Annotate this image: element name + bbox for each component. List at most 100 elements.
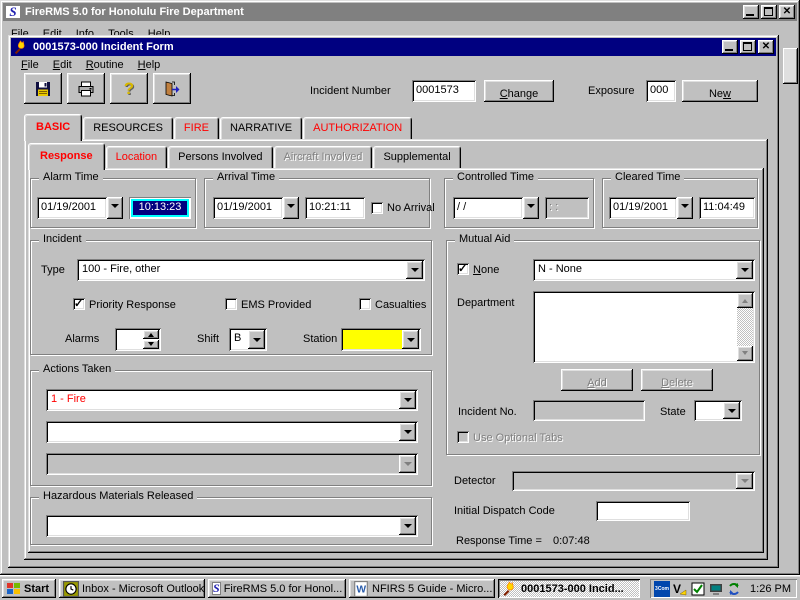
task-button-firerms[interactable]: S FireRMS 5.0 for Honol...	[208, 579, 346, 598]
tab-location[interactable]: Location	[106, 146, 168, 168]
none-label: None	[473, 264, 499, 276]
change-button[interactable]: Change	[484, 80, 554, 102]
screen: S FireRMS 5.0 for Honolulu Fire Departme…	[0, 0, 800, 600]
dropdown-arrow-icon[interactable]	[399, 517, 416, 535]
form-menu-routine[interactable]: Routine	[79, 57, 131, 73]
controlled-date-dropdown[interactable]	[523, 197, 539, 219]
alarms-spinner[interactable]	[115, 328, 161, 351]
main-tab-strip: BASIC RESOURCES FIRE NARRATIVE AUTHORIZA…	[24, 114, 413, 141]
action-2-combo[interactable]	[46, 421, 418, 443]
firerms-logo-icon: S	[212, 582, 221, 595]
dropdown-arrow-icon[interactable]	[723, 402, 740, 419]
alarm-time-group: Alarm Time 01/19/2001 10:13:23	[30, 178, 196, 228]
cleared-date-dropdown[interactable]	[677, 197, 693, 219]
tab-response[interactable]: Response	[28, 143, 105, 170]
form-maximize-button[interactable]	[740, 40, 756, 54]
station-combo[interactable]	[341, 328, 421, 351]
main-maximize-button[interactable]	[761, 5, 777, 19]
hazmat-combo[interactable]	[46, 515, 418, 537]
form-title-bar[interactable]: 0001573-000 Incident Form ✕	[11, 38, 776, 56]
action-1-combo[interactable]: 1 - Fire	[46, 389, 418, 411]
print-icon	[76, 79, 96, 99]
form-menu-file[interactable]: File	[14, 57, 46, 73]
tray-icon-3com[interactable]: 3Com	[654, 581, 670, 597]
initial-dispatch-code-field[interactable]	[596, 501, 690, 521]
tab-resources[interactable]: RESOURCES	[83, 117, 173, 139]
shift-combo[interactable]: B	[229, 328, 267, 351]
main-title-bar[interactable]: S FireRMS 5.0 for Honolulu Fire Departme…	[3, 3, 797, 21]
form-menu-edit[interactable]: Edit	[46, 57, 79, 73]
casualties-label: Casualties	[375, 299, 426, 311]
task-button-outlook[interactable]: Inbox - Microsoft Outlook	[59, 579, 205, 598]
exit-button[interactable]	[153, 73, 191, 104]
form-minimize-button[interactable]	[722, 40, 738, 54]
dropdown-arrow-icon[interactable]	[402, 330, 419, 349]
mutual-incident-no-field	[533, 400, 645, 421]
main-close-button[interactable]: ✕	[779, 5, 795, 19]
tray-icon-sync[interactable]	[726, 581, 742, 597]
alarm-date-field[interactable]: 01/19/2001	[37, 197, 107, 219]
form-menu-bar: File Edit Routine Help	[14, 57, 167, 73]
tray-icon-display[interactable]	[708, 581, 724, 597]
incident-number-field[interactable]: 0001573	[412, 80, 476, 102]
mutual-aid-combo[interactable]: N - None	[533, 259, 755, 281]
dropdown-arrow-icon[interactable]	[736, 261, 753, 279]
arrival-date-dropdown[interactable]	[283, 197, 299, 219]
use-optional-tabs-label: Use Optional Tabs	[473, 432, 563, 444]
department-label: Department	[457, 297, 514, 309]
controlled-date-field[interactable]: / /	[453, 197, 523, 219]
exposure-field[interactable]: 000	[646, 80, 676, 102]
cleared-date-field[interactable]: 01/19/2001	[609, 197, 677, 219]
detector-label: Detector	[454, 475, 496, 487]
main-minimize-button[interactable]	[743, 5, 759, 19]
tray-icon-task-check[interactable]	[690, 581, 706, 597]
dropdown-arrow-icon[interactable]	[248, 330, 265, 349]
casualties-checkbox[interactable]	[359, 298, 371, 310]
start-button[interactable]: Start	[2, 579, 56, 598]
help-button[interactable]: ?	[110, 73, 148, 104]
action-3-combo	[46, 453, 418, 475]
sub-tab-strip: Response Location Persons Involved Aircr…	[28, 141, 462, 170]
main-window-scrollbar-thumb[interactable]	[783, 48, 798, 84]
scroll-up-icon[interactable]	[737, 293, 753, 308]
dropdown-arrow-icon[interactable]	[399, 391, 416, 409]
tab-supplemental[interactable]: Supplemental	[373, 146, 460, 168]
no-arrival-checkbox[interactable]	[371, 202, 383, 214]
priority-response-checkbox[interactable]: ✓	[73, 298, 85, 310]
alarm-date-dropdown[interactable]	[107, 197, 123, 219]
hazmat-group: Hazardous Materials Released	[30, 497, 432, 545]
incident-type-combo[interactable]: 100 - Fire, other	[77, 259, 425, 281]
alarm-time-field[interactable]: 10:13:23	[129, 197, 191, 219]
save-button[interactable]	[24, 73, 62, 104]
dropdown-arrow-icon[interactable]	[406, 261, 423, 279]
form-menu-help[interactable]: Help	[131, 57, 168, 73]
mutual-incident-no-label: Incident No.	[458, 406, 517, 418]
arrival-date-field[interactable]: 01/19/2001	[213, 197, 283, 219]
task-button-nfirs[interactable]: W NFIRS 5 Guide - Micro...	[349, 579, 495, 598]
arrival-time-field[interactable]: 10:21:11	[305, 197, 365, 219]
tab-narrative[interactable]: NARRATIVE	[220, 117, 302, 139]
form-close-button[interactable]: ✕	[758, 40, 774, 54]
alarms-spin-up[interactable]	[143, 330, 159, 339]
none-checkbox[interactable]: ✓	[457, 263, 469, 275]
tab-basic[interactable]: BASIC	[24, 114, 82, 141]
new-button[interactable]: New	[682, 80, 758, 102]
state-combo[interactable]	[694, 400, 742, 421]
dropdown-arrow-icon[interactable]	[399, 423, 416, 441]
ems-provided-checkbox[interactable]	[225, 298, 237, 310]
tab-persons-involved[interactable]: Persons Involved	[168, 146, 272, 168]
no-arrival-label: No Arrival	[387, 202, 435, 214]
department-listbox[interactable]	[533, 291, 755, 363]
mutual-aid-title: Mutual Aid	[455, 233, 514, 245]
alarms-spin-down[interactable]	[143, 340, 159, 349]
task-button-incident-form[interactable]: 0001573-000 Incid...	[498, 579, 640, 598]
delete-button: Delete	[641, 369, 713, 391]
department-scrollbar[interactable]	[737, 293, 753, 361]
tray-icon-volume[interactable]: V	[672, 581, 688, 597]
print-button[interactable]	[67, 73, 105, 104]
tab-fire[interactable]: FIRE	[174, 117, 219, 139]
firerms-logo-icon: S	[5, 5, 21, 19]
tab-authorization[interactable]: AUTHORIZATION	[303, 117, 412, 139]
cleared-time-field[interactable]: 11:04:49	[699, 197, 755, 219]
scroll-down-icon[interactable]	[737, 346, 753, 361]
